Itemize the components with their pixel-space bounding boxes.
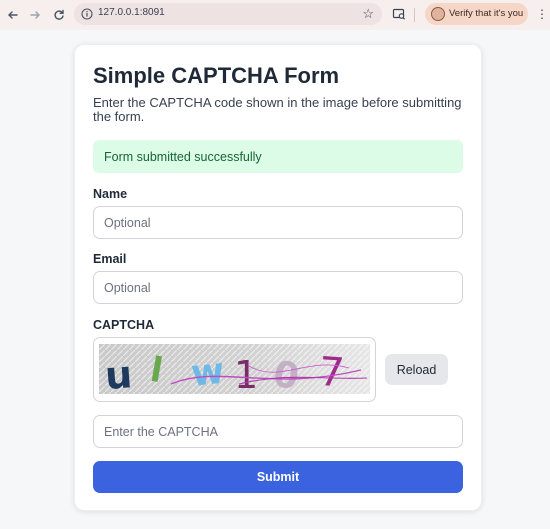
address-bar[interactable]: 127.0.0.1:8091 ☆ bbox=[74, 3, 382, 25]
captcha-image: u l w 1 0 7 bbox=[99, 344, 370, 394]
extensions-icon[interactable] bbox=[392, 7, 406, 21]
more-menu-icon[interactable]: ⋮ bbox=[536, 6, 548, 22]
captcha-image-frame: u l w 1 0 7 bbox=[93, 337, 376, 402]
avatar bbox=[431, 7, 445, 21]
forward-button[interactable] bbox=[26, 6, 44, 24]
reload-icon bbox=[54, 9, 64, 20]
verify-identity-chip[interactable]: Verify that it's you bbox=[425, 3, 528, 25]
submit-button[interactable]: Submit bbox=[93, 461, 463, 493]
page-title: Simple CAPTCHA Form bbox=[93, 63, 340, 88]
captcha-form-card: Simple CAPTCHA Form Enter the CAPTCHA co… bbox=[74, 44, 482, 511]
name-field[interactable] bbox=[93, 206, 463, 239]
name-label: Name bbox=[93, 187, 128, 201]
captcha-char: 1 bbox=[234, 353, 258, 394]
browser-toolbar: 127.0.0.1:8091 ☆ Verify that it's you ⋮ bbox=[0, 0, 550, 30]
arrow-right-icon bbox=[30, 11, 40, 19]
url-text: 127.0.0.1:8091 bbox=[98, 7, 165, 18]
page-description: Enter the CAPTCHA code shown in the imag… bbox=[93, 95, 462, 124]
star-icon[interactable]: ☆ bbox=[362, 6, 374, 22]
email-field[interactable] bbox=[93, 271, 463, 304]
verify-label: Verify that it's you bbox=[449, 8, 524, 19]
info-icon[interactable] bbox=[80, 7, 94, 21]
captcha-char: 7 bbox=[317, 349, 346, 394]
captcha-char: w bbox=[189, 351, 226, 394]
arrow-left-icon bbox=[8, 11, 18, 19]
email-label: Email bbox=[93, 252, 127, 266]
captcha-char: u bbox=[104, 352, 134, 394]
success-message: Form submitted successfully bbox=[104, 150, 262, 164]
toolbar-divider bbox=[414, 8, 415, 22]
captcha-input[interactable] bbox=[93, 415, 463, 448]
success-alert: Form submitted successfully bbox=[93, 140, 463, 173]
reload-button[interactable]: Reload bbox=[385, 354, 448, 385]
back-button[interactable] bbox=[4, 6, 22, 24]
reload-page-button[interactable] bbox=[50, 6, 68, 24]
captcha-label: CAPTCHA bbox=[93, 318, 155, 332]
